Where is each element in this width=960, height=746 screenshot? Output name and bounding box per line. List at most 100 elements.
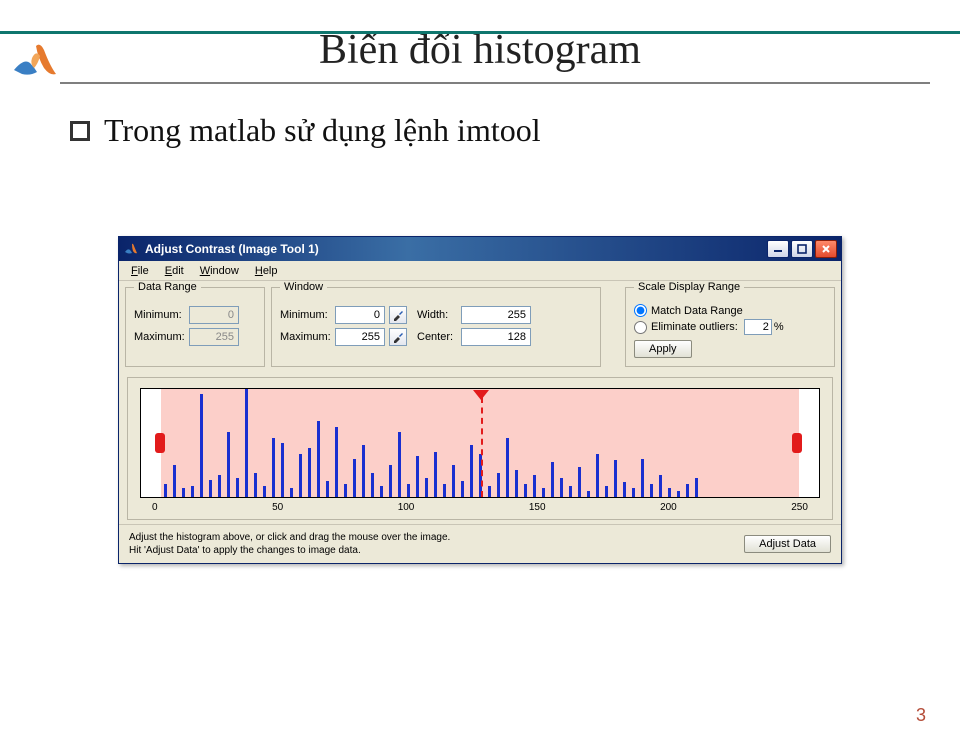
histogram-bar: [569, 486, 572, 497]
histogram-bar: [371, 473, 374, 497]
histogram-bar: [551, 462, 554, 497]
adjust-data-button[interactable]: Adjust Data: [744, 535, 831, 553]
histogram-bar: [443, 484, 446, 497]
matlab-logo-icon: [10, 40, 60, 80]
maximize-button[interactable]: [791, 240, 813, 258]
histogram-bar: [623, 482, 626, 497]
radio-eliminate-label: Eliminate outliers:: [651, 321, 738, 333]
histogram-bar: [281, 443, 284, 497]
histogram-bar: [317, 421, 320, 497]
radio-eliminate-input[interactable]: [634, 321, 647, 334]
xaxis-tick: 100: [398, 502, 415, 513]
histogram-bar: [605, 486, 608, 497]
window-handle-right[interactable]: [792, 433, 802, 453]
label-pct: %: [774, 321, 784, 333]
bullet-row: Trong matlab sử dụng lệnh imtool: [70, 112, 960, 149]
histogram-bar: [425, 478, 428, 497]
histogram-plot[interactable]: [140, 388, 820, 498]
histogram-bar: [497, 473, 500, 497]
bullet-icon: [70, 121, 90, 141]
histogram-bar: [254, 473, 257, 497]
histogram-bar: [380, 486, 383, 497]
histogram-bar: [344, 484, 347, 497]
field-width[interactable]: [461, 306, 531, 324]
histogram-bar: [686, 484, 689, 497]
histogram-bar: [515, 470, 518, 497]
menu-help[interactable]: Help: [247, 263, 286, 279]
label-center: Center:: [417, 331, 461, 343]
page-number: 3: [916, 705, 926, 726]
menu-window[interactable]: Window: [192, 263, 247, 279]
radio-match-range-input[interactable]: [634, 304, 647, 317]
histogram-bar: [227, 432, 230, 497]
histogram-bar: [461, 481, 464, 497]
histogram-bar: [524, 484, 527, 497]
menubar: File Edit Window Help: [119, 261, 841, 281]
histogram-bar: [416, 456, 419, 497]
radio-match-range[interactable]: Match Data Range: [634, 304, 826, 317]
histogram-panel: 050100150200250: [127, 377, 833, 520]
field-w-max[interactable]: [335, 328, 385, 346]
xaxis-tick: 200: [660, 502, 677, 513]
histogram-xaxis: 050100150200250: [140, 498, 820, 513]
label-dr-max: Maximum:: [134, 331, 189, 343]
histogram-bar: [389, 465, 392, 497]
group-scale-display: Scale Display Range Match Data Range Eli…: [625, 287, 835, 367]
label-w-min: Minimum:: [280, 309, 335, 321]
field-center[interactable]: [461, 328, 531, 346]
window-titlebar[interactable]: Adjust Contrast (Image Tool 1): [119, 237, 841, 261]
histogram-bar: [659, 475, 662, 497]
field-eliminate-pct[interactable]: [744, 319, 772, 335]
xaxis-tick: 150: [529, 502, 546, 513]
menu-edit[interactable]: Edit: [157, 263, 192, 279]
menu-file[interactable]: File: [123, 263, 157, 279]
histogram-bar: [173, 465, 176, 497]
histogram-bars: [141, 389, 819, 497]
radio-eliminate-outliers[interactable]: Eliminate outliers: %: [634, 319, 826, 335]
histogram-bar: [353, 459, 356, 497]
radio-match-label: Match Data Range: [651, 305, 743, 317]
histogram-bar: [272, 438, 275, 497]
histogram-bar: [182, 488, 185, 497]
close-button[interactable]: [815, 240, 837, 258]
histogram-bar: [677, 491, 680, 497]
histogram-bar: [200, 394, 203, 497]
histogram-bar: [578, 467, 581, 497]
eyedropper-min-button[interactable]: [389, 306, 407, 324]
histogram-bar: [362, 445, 365, 497]
adjust-contrast-window: Adjust Contrast (Image Tool 1) File Edit…: [118, 236, 842, 564]
footer-hint-text: Adjust the histogram above, or click and…: [129, 531, 744, 557]
group-scale-title: Scale Display Range: [634, 281, 744, 293]
menu-window-rest: indow: [210, 265, 239, 277]
xaxis-tick: 50: [272, 502, 283, 513]
group-window: Window Minimum: Maximum:: [271, 287, 601, 367]
minimize-button[interactable]: [767, 240, 789, 258]
window-center-line: [481, 397, 483, 497]
xaxis-tick: 0: [152, 502, 158, 513]
histogram-bar: [191, 486, 194, 497]
histogram-bar: [488, 486, 491, 497]
field-w-min[interactable]: [335, 306, 385, 324]
group-data-range-title: Data Range: [134, 281, 201, 293]
title-rule: [60, 82, 930, 84]
window-handle-left[interactable]: [155, 433, 165, 453]
panel-area: Data Range Minimum: Maximum: Window Mini…: [119, 281, 841, 373]
histogram-bar: [164, 484, 167, 497]
apply-button[interactable]: Apply: [634, 340, 692, 358]
menu-help-rest: elp: [263, 265, 278, 277]
footer-line-2: Hit 'Adjust Data' to apply the changes t…: [129, 544, 744, 557]
histogram-bar: [470, 445, 473, 497]
eyedropper-max-button[interactable]: [389, 328, 407, 346]
window-center-handle[interactable]: [473, 387, 489, 405]
histogram-bar: [614, 460, 617, 497]
window-icon: [123, 241, 139, 257]
label-w-max: Maximum:: [280, 331, 335, 343]
window-footer: Adjust the histogram above, or click and…: [119, 524, 841, 563]
histogram-bar: [506, 438, 509, 497]
histogram-bar: [668, 488, 671, 497]
histogram-bar: [335, 427, 338, 497]
histogram-bar: [452, 465, 455, 497]
histogram-bar: [218, 475, 221, 497]
histogram-bar: [533, 475, 536, 497]
histogram-bar: [560, 478, 563, 497]
